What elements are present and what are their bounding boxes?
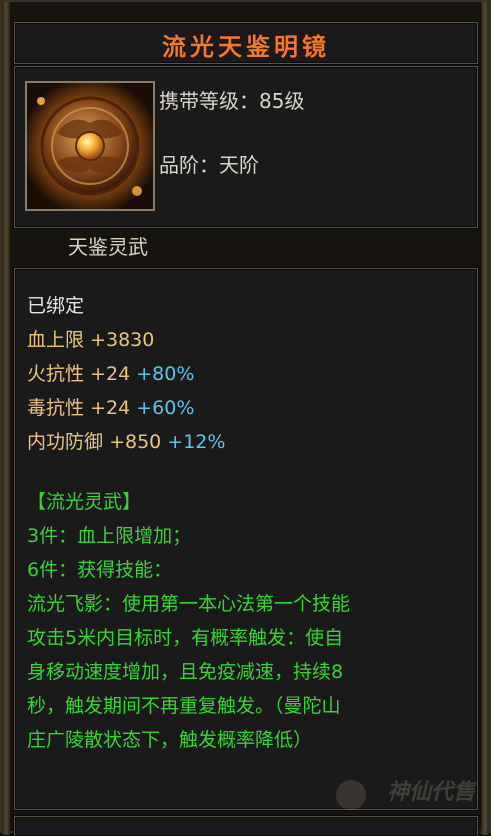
set-bonus-3-piece: 3件：血上限增加；: [27, 525, 192, 547]
stat-bonus: +80%: [136, 363, 195, 385]
stat-value: +24: [90, 363, 131, 385]
skill-desc-line: 流光飞影：使用第一本心法第一个技能: [27, 593, 351, 615]
item-tooltip: 流光天鉴明镜 携带等级：85级 品阶：天阶 天鉴灵武 已绑定 血上限 +3830…: [0, 0, 491, 836]
watermark-text: 神仙代售: [386, 780, 475, 805]
stat-bonus: +60%: [136, 397, 195, 419]
item-info-panel: 携带等级：85级 品阶：天阶: [14, 66, 478, 228]
carry-level-label: 携带等级：: [159, 89, 259, 113]
stat-name: 火抗性: [27, 363, 85, 385]
stat-row: 火抗性 +24 +80%: [27, 359, 194, 386]
grade-value: 天阶: [219, 153, 259, 177]
frame-border-left: [2, 2, 10, 835]
item-name: 流光天鉴明镜: [162, 33, 330, 61]
title-bar: 流光天鉴明镜: [14, 22, 478, 64]
stat-name: 毒抗性: [27, 397, 85, 419]
stat-bonus: +12%: [167, 431, 226, 453]
skill-desc-line: 秒，触发期间不再重复触发。（曼陀山: [27, 695, 341, 717]
stat-value: +24: [90, 397, 131, 419]
grade-label: 品阶：: [159, 153, 219, 177]
stat-value: +850: [109, 431, 162, 453]
bound-status: 已绑定: [27, 295, 85, 317]
carry-level-row: 携带等级：85级: [159, 85, 304, 114]
stat-value: +3830: [90, 329, 155, 351]
stat-row: 毒抗性 +24 +60%: [27, 393, 194, 420]
watermark-logo-icon: [336, 780, 366, 810]
set-series-label: 天鉴灵武: [68, 235, 148, 259]
carry-level-value: 85级: [259, 89, 305, 113]
bronze-mirror-icon: [27, 83, 153, 209]
stats-panel: 已绑定 血上限 +3830 火抗性 +24 +80% 毒抗性 +24 +60% …: [14, 268, 478, 810]
stat-name: 血上限: [27, 329, 85, 351]
bottom-bar: [14, 816, 478, 836]
skill-desc-line: 庄广陵散状态下，触发概率降低）: [27, 729, 313, 751]
skill-desc-line: 身移动速度增加，且免疫减速，持续8: [27, 661, 344, 683]
frame-border-right: [481, 2, 489, 835]
stat-row: 血上限 +3830: [27, 325, 154, 352]
set-bonus-title: 【流光灵武】: [27, 491, 142, 513]
skill-desc-line: 攻击5米内目标时，有概率触发：使自: [27, 627, 344, 649]
item-icon-slot[interactable]: [25, 81, 155, 211]
stat-row: 内功防御 +850 +12%: [27, 427, 225, 454]
grade-row: 品阶：天阶: [159, 149, 259, 178]
set-bonus-6-piece: 6件：获得技能：: [27, 559, 173, 581]
stat-name: 内功防御: [27, 431, 104, 453]
